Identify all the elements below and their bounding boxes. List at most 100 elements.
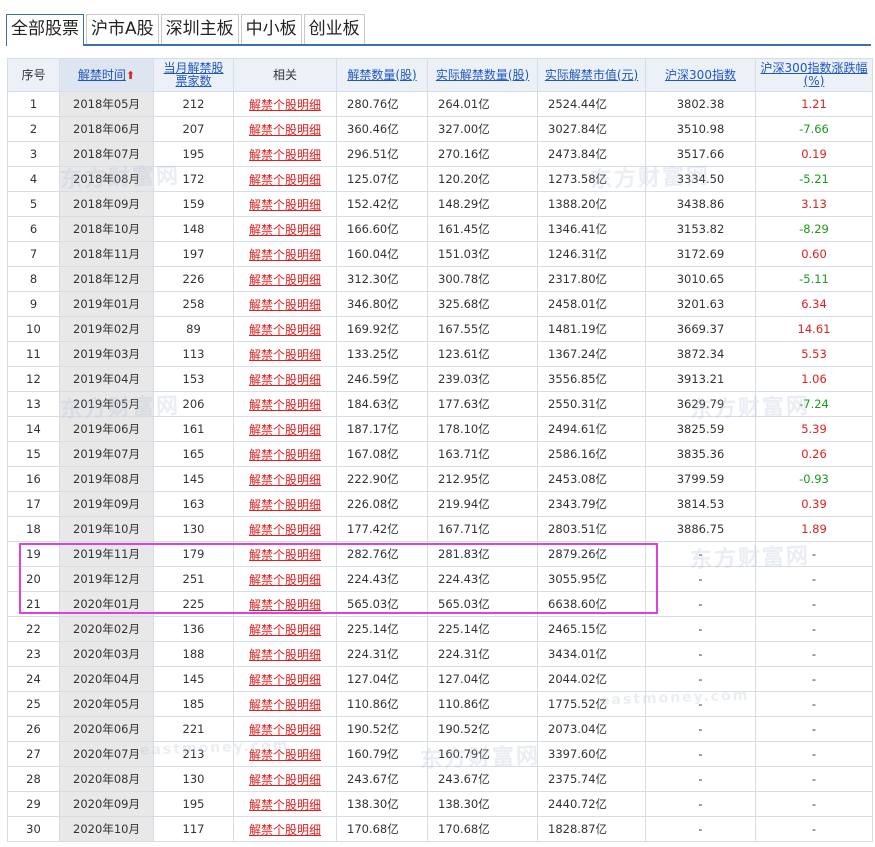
unlock-detail-link[interactable]: 解禁个股明细: [249, 673, 321, 687]
table-body: 1 2018年05月 212 解禁个股明细 280.76亿 264.01亿 2524.44亿…: [7, 91, 873, 842]
cell-qty: 125.07亿: [336, 166, 428, 192]
col-seq: 序号: [7, 58, 60, 92]
cell-hs300: 3010.65: [645, 266, 756, 292]
cell-count: 258: [153, 291, 234, 317]
unlock-detail-link[interactable]: 解禁个股明细: [249, 573, 321, 587]
cell-related: 解禁个股明细: [233, 591, 337, 617]
cell-seq: 27: [7, 741, 60, 767]
unlock-detail-link[interactable]: 解禁个股明细: [249, 623, 321, 637]
unlock-detail-link[interactable]: 解禁个股明细: [249, 323, 321, 337]
cell-qty: 160.04亿: [336, 241, 428, 267]
cell-related: 解禁个股明细: [233, 741, 337, 767]
cell-seq: 4: [7, 166, 60, 192]
cell-qty: 169.92亿: [336, 316, 428, 342]
cell-hs300: 3799.59: [645, 466, 756, 492]
tab-sme-board[interactable]: 中小板: [240, 14, 302, 45]
unlock-detail-link[interactable]: 解禁个股明细: [249, 298, 321, 312]
tab-shanghai-a[interactable]: 沪市A股: [86, 14, 159, 45]
cell-change: -: [755, 741, 873, 767]
cell-actual-value: 2465.15亿: [537, 616, 646, 642]
cell-related: 解禁个股明细: [233, 466, 337, 492]
unlock-detail-link[interactable]: 解禁个股明细: [249, 373, 321, 387]
table-row: 22 2020年02月 136 解禁个股明细 225.14亿 225.14亿 2465.15…: [7, 616, 873, 642]
unlock-detail-link[interactable]: 解禁个股明细: [249, 698, 321, 712]
cell-seq: 5: [7, 191, 60, 217]
cell-related: 解禁个股明细: [233, 266, 337, 292]
table-row: 11 2019年03月 113 解禁个股明细 133.25亿 123.61亿 1367.24…: [7, 341, 873, 367]
unlock-detail-link[interactable]: 解禁个股明细: [249, 198, 321, 212]
unlock-detail-link[interactable]: 解禁个股明细: [249, 348, 321, 362]
cell-date: 2019年01月: [59, 291, 154, 317]
cell-date: 2019年04月: [59, 366, 154, 392]
unlock-detail-link[interactable]: 解禁个股明细: [249, 498, 321, 512]
table-header-row: 序号 解禁时间⬆ 当月解禁股票家数 相关 解禁数量(股) 实际解禁数量(股) 实…: [7, 58, 873, 92]
cell-qty: 280.76亿: [336, 91, 428, 117]
unlock-detail-link[interactable]: 解禁个股明细: [249, 123, 321, 137]
unlock-detail-link[interactable]: 解禁个股明细: [249, 523, 321, 537]
unlock-detail-link[interactable]: 解禁个股明细: [249, 273, 321, 287]
cell-actual-value: 2524.44亿: [537, 91, 646, 117]
cell-related: 解禁个股明细: [233, 191, 337, 217]
cell-actual-qty: 239.03亿: [427, 366, 538, 392]
cell-change: 3.13: [755, 191, 873, 217]
cell-change: -: [755, 716, 873, 742]
table-row: 27 2020年07月 213 解禁个股明细 160.79亿 160.79亿 3397.60…: [7, 741, 873, 767]
cell-actual-value: 1273.58亿: [537, 166, 646, 192]
unlock-detail-link[interactable]: 解禁个股明细: [249, 798, 321, 812]
unlock-detail-link[interactable]: 解禁个股明细: [249, 723, 321, 737]
unlock-detail-link[interactable]: 解禁个股明细: [249, 748, 321, 762]
unlock-detail-link[interactable]: 解禁个股明细: [249, 248, 321, 262]
col-actual-value-sort[interactable]: 实际解禁市值(元): [537, 58, 646, 92]
unlock-detail-link[interactable]: 解禁个股明细: [249, 423, 321, 437]
cell-seq: 21: [7, 591, 60, 617]
unlock-detail-link[interactable]: 解禁个股明细: [249, 648, 321, 662]
col-actual-qty-sort[interactable]: 实际解禁数量(股): [427, 58, 538, 92]
unlock-detail-link[interactable]: 解禁个股明细: [249, 448, 321, 462]
col-qty-sort[interactable]: 解禁数量(股): [336, 58, 428, 92]
cell-related: 解禁个股明细: [233, 216, 337, 242]
tab-chinext[interactable]: 创业板: [303, 14, 365, 45]
table-row: 19 2019年11月 179 解禁个股明细 282.76亿 281.83亿 2879.26…: [7, 541, 873, 567]
cell-hs300: -: [645, 541, 756, 567]
tab-shenzhen-main[interactable]: 深圳主板: [160, 14, 239, 45]
cell-actual-qty: 224.43亿: [427, 566, 538, 592]
table-row: 13 2019年05月 206 解禁个股明细 184.63亿 177.63亿 2550.31…: [7, 391, 873, 417]
unlock-detail-link[interactable]: 解禁个股明细: [249, 548, 321, 562]
col-change-sort[interactable]: 沪深300指数涨跌幅(%): [755, 58, 873, 92]
unlock-detail-link[interactable]: 解禁个股明细: [249, 598, 321, 612]
cell-actual-value: 2440.72亿: [537, 791, 646, 817]
unlock-detail-link[interactable]: 解禁个股明细: [249, 223, 321, 237]
unlock-detail-link[interactable]: 解禁个股明细: [249, 823, 321, 837]
cell-change: -: [755, 691, 873, 717]
cell-hs300: 3510.98: [645, 116, 756, 142]
cell-qty: 282.76亿: [336, 541, 428, 567]
unlock-detail-link[interactable]: 解禁个股明细: [249, 398, 321, 412]
cell-related: 解禁个股明细: [233, 516, 337, 542]
unlock-detail-link[interactable]: 解禁个股明细: [249, 148, 321, 162]
cell-actual-qty: 123.61亿: [427, 341, 538, 367]
market-tabs: 全部股票 沪市A股 深圳主板 中小板 创业板: [6, 14, 367, 46]
cell-hs300: -: [645, 791, 756, 817]
cell-actual-qty: 243.67亿: [427, 766, 538, 792]
cell-related: 解禁个股明细: [233, 166, 337, 192]
cell-actual-value: 1775.52亿: [537, 691, 646, 717]
cell-count: 159: [153, 191, 234, 217]
unlock-detail-link[interactable]: 解禁个股明细: [249, 773, 321, 787]
cell-qty: 110.86亿: [336, 691, 428, 717]
cell-qty: 184.63亿: [336, 391, 428, 417]
unlock-detail-link[interactable]: 解禁个股明细: [249, 473, 321, 487]
col-count-sort[interactable]: 当月解禁股票家数: [153, 58, 234, 92]
col-date-sort[interactable]: 解禁时间⬆: [59, 58, 154, 92]
cell-count: 153: [153, 366, 234, 392]
unlock-detail-link[interactable]: 解禁个股明细: [249, 173, 321, 187]
cell-change: 5.53: [755, 341, 873, 367]
table-row: 29 2020年09月 195 解禁个股明细 138.30亿 138.30亿 2440.72…: [7, 791, 873, 817]
unlock-detail-link[interactable]: 解禁个股明细: [249, 98, 321, 112]
cell-date: 2020年07月: [59, 741, 154, 767]
tab-all-stocks[interactable]: 全部股票: [6, 14, 84, 46]
cell-qty: 127.04亿: [336, 666, 428, 692]
cell-date: 2018年05月: [59, 91, 154, 117]
cell-related: 解禁个股明细: [233, 416, 337, 442]
col-hs300-sort[interactable]: 沪深300指数: [645, 58, 756, 92]
cell-seq: 13: [7, 391, 60, 417]
